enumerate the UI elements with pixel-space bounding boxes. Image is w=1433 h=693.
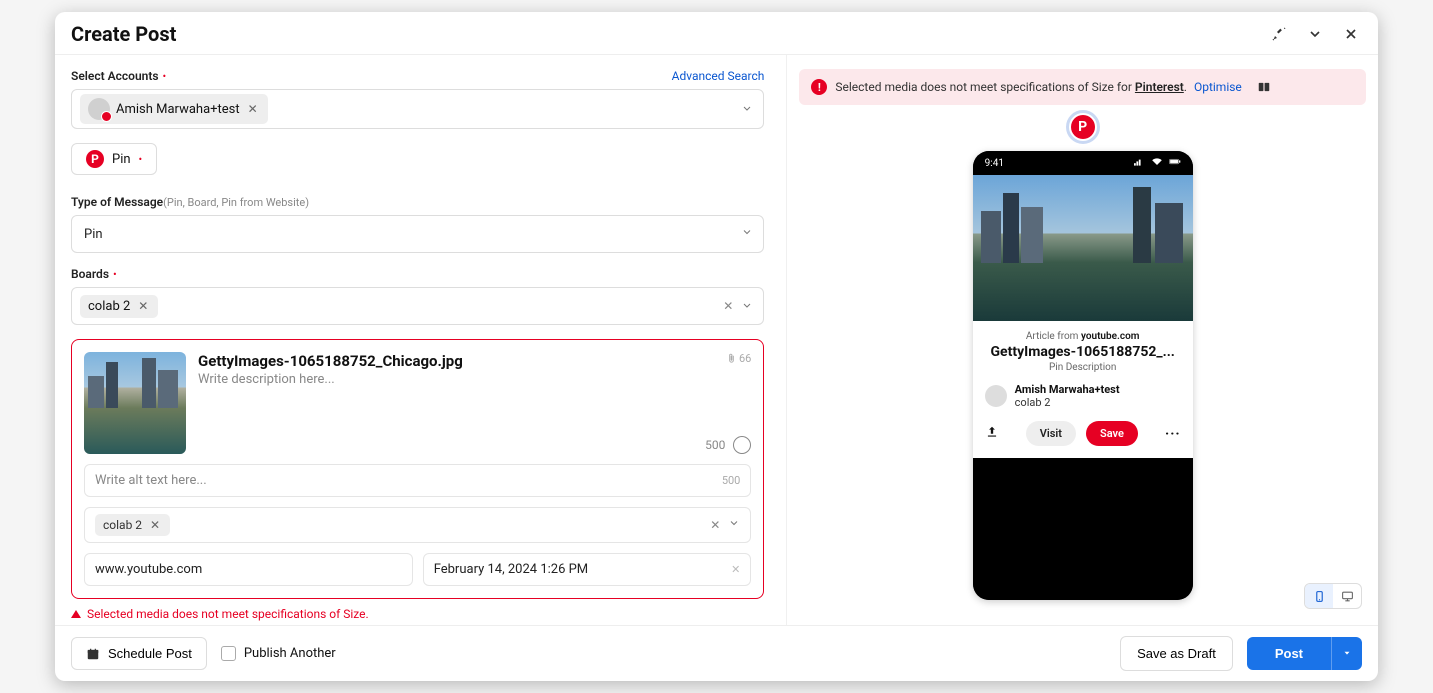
calendar-icon bbox=[86, 647, 100, 661]
required-dot: • bbox=[113, 268, 117, 281]
chevron-down-icon[interactable] bbox=[741, 226, 753, 242]
type-select[interactable]: Pin bbox=[71, 215, 764, 253]
clear-boards-icon[interactable]: ✕ bbox=[723, 299, 733, 313]
alt-text-input[interactable]: Write alt text here... 500 bbox=[84, 464, 751, 497]
accounts-label: Select Accounts bbox=[71, 69, 159, 83]
create-post-modal: Create Post Select Accounts • Advanced S… bbox=[55, 12, 1378, 681]
media-filename: GettyImages-1065188752_Chicago.jpg bbox=[198, 352, 726, 370]
media-card: GettyImages-1065188752_Chicago.jpg Write… bbox=[71, 339, 764, 599]
publish-another-checkbox[interactable]: Publish Another bbox=[221, 646, 336, 661]
chevron-down-icon[interactable] bbox=[728, 517, 740, 533]
alert-platform-link[interactable]: Pinterest bbox=[1135, 80, 1184, 94]
type-value: Pin bbox=[84, 227, 103, 242]
preview-statusbar: 9:41 bbox=[973, 151, 1193, 175]
modal-footer: Schedule Post Publish Another Save as Dr… bbox=[55, 625, 1378, 681]
board-chip: colab 2 ✕ bbox=[80, 295, 158, 318]
guide-icon[interactable] bbox=[1256, 80, 1272, 94]
preview-board: colab 2 bbox=[1015, 396, 1120, 409]
pinterest-icon: P bbox=[86, 150, 104, 168]
minimize-icon[interactable] bbox=[1304, 23, 1326, 45]
share-icon[interactable] bbox=[985, 425, 999, 443]
avatar-icon bbox=[88, 98, 110, 120]
boards-label: Boards bbox=[71, 267, 109, 281]
preview-source: Article from youtube.com bbox=[985, 331, 1181, 342]
account-chip-name: Amish Marwaha+test bbox=[116, 102, 240, 117]
post-button[interactable]: Post bbox=[1247, 637, 1331, 670]
preview-title: GettyImages-1065188752_... bbox=[985, 344, 1181, 360]
preview-description: Pin Description bbox=[985, 362, 1181, 373]
media-thumbnail[interactable] bbox=[84, 352, 186, 454]
pin-window-icon[interactable] bbox=[1268, 23, 1290, 45]
schedule-post-button[interactable]: Schedule Post bbox=[71, 637, 207, 670]
preview-username: Amish Marwaha+test bbox=[1015, 383, 1120, 396]
preview-bottom bbox=[973, 458, 1193, 600]
description-input[interactable]: Write description here... bbox=[198, 372, 726, 387]
modal-header: Create Post bbox=[55, 12, 1378, 55]
remove-account-icon[interactable]: ✕ bbox=[246, 102, 260, 116]
preview-time: 9:41 bbox=[985, 158, 1004, 169]
tab-error-dot: • bbox=[139, 153, 143, 166]
alt-counter: 500 bbox=[722, 474, 741, 487]
required-dot: • bbox=[163, 70, 167, 83]
datetime-input[interactable]: February 14, 2024 1:26 PM ✕ bbox=[423, 553, 752, 586]
account-chip: Amish Marwaha+test ✕ bbox=[80, 94, 268, 124]
preview-avatar bbox=[985, 385, 1007, 407]
chevron-down-icon[interactable] bbox=[741, 297, 753, 316]
alert-banner: ! Selected media does not meet specifica… bbox=[799, 69, 1366, 105]
preview-save-button[interactable]: Save bbox=[1086, 421, 1138, 446]
attachment-count: 66 bbox=[726, 352, 751, 365]
alert-icon: ! bbox=[811, 79, 827, 95]
error-message: Selected media does not meet specificati… bbox=[71, 607, 764, 621]
network-tab-pin[interactable]: P Pin • bbox=[71, 143, 157, 175]
preview-image bbox=[973, 175, 1193, 321]
status-icons bbox=[1131, 157, 1181, 170]
board-chip-label: colab 2 bbox=[88, 299, 130, 314]
more-icon[interactable]: ··· bbox=[1165, 426, 1181, 442]
preview-network-icon[interactable]: P bbox=[1071, 115, 1095, 139]
mobile-preview-button[interactable] bbox=[1305, 584, 1333, 608]
warning-icon bbox=[71, 610, 81, 618]
media-board-chip: colab 2 ✕ bbox=[95, 514, 170, 536]
network-tab-label: Pin bbox=[112, 152, 131, 167]
phone-preview: 9:41 Article from youtube.com GettyImage… bbox=[973, 151, 1193, 600]
checkbox-icon bbox=[221, 646, 236, 661]
desc-counter: 500 bbox=[705, 438, 725, 452]
device-toggle bbox=[1304, 583, 1362, 609]
remove-media-board-icon[interactable]: ✕ bbox=[148, 518, 162, 532]
url-input[interactable]: www.youtube.com bbox=[84, 553, 413, 586]
save-draft-button[interactable]: Save as Draft bbox=[1120, 636, 1233, 671]
desktop-preview-button[interactable] bbox=[1333, 584, 1361, 608]
accounts-select[interactable]: Amish Marwaha+test ✕ bbox=[71, 89, 764, 129]
chevron-down-icon[interactable] bbox=[741, 100, 753, 119]
modal-title: Create Post bbox=[71, 22, 176, 46]
advanced-search-link[interactable]: Advanced Search bbox=[672, 69, 765, 83]
clear-media-board-icon[interactable]: ✕ bbox=[710, 518, 720, 532]
preview-visit-button[interactable]: Visit bbox=[1026, 421, 1076, 446]
close-icon[interactable] bbox=[1340, 23, 1362, 45]
type-hint: (Pin, Board, Pin from Website) bbox=[163, 196, 309, 209]
type-label: Type of Message bbox=[71, 195, 163, 209]
boards-select[interactable]: colab 2 ✕ ✕ bbox=[71, 287, 764, 325]
media-board-select[interactable]: colab 2 ✕ ✕ bbox=[84, 507, 751, 543]
post-dropdown-button[interactable] bbox=[1331, 637, 1362, 670]
clear-date-icon[interactable]: ✕ bbox=[731, 563, 740, 576]
remove-board-icon[interactable]: ✕ bbox=[136, 299, 150, 313]
emoji-picker-icon[interactable] bbox=[733, 436, 751, 454]
optimise-link[interactable]: Optimise bbox=[1194, 80, 1242, 94]
